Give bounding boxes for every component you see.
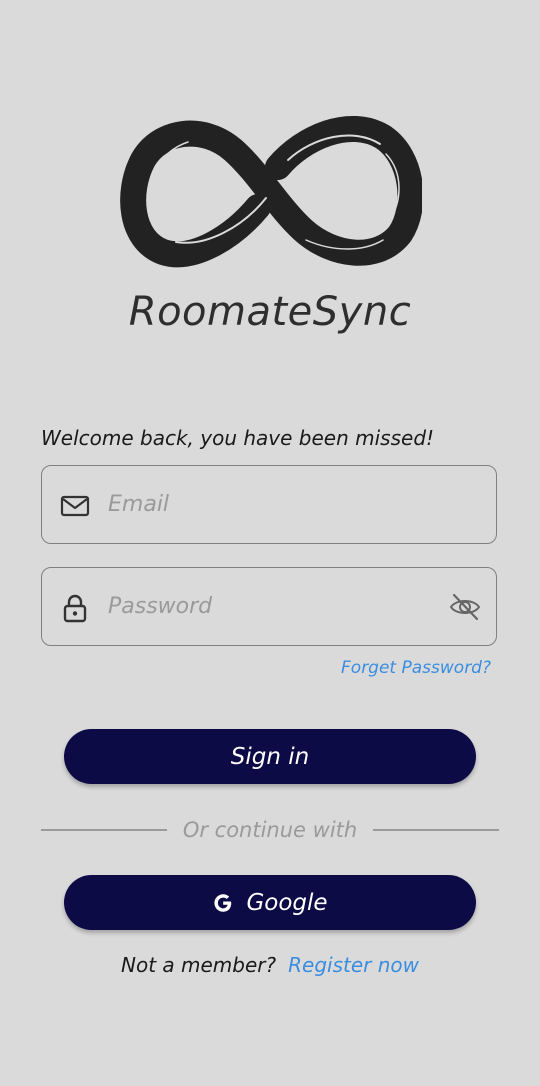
email-input[interactable] — [108, 466, 428, 542]
not-member-text: Not a member? — [121, 953, 277, 977]
sign-in-button[interactable]: Sign in — [64, 729, 476, 784]
welcome-text: Welcome back, you have been missed! — [41, 426, 435, 450]
register-prompt: Not a member? Register now — [0, 951, 540, 979]
or-continue-divider: Or continue with — [41, 816, 500, 844]
google-label: Google — [246, 889, 328, 916]
forget-password-link[interactable]: Forget Password? — [341, 656, 491, 680]
google-signin-button[interactable]: Google — [64, 875, 476, 930]
sign-in-label: Sign in — [230, 743, 310, 770]
infinity-logo — [120, 116, 422, 268]
password-field[interactable] — [41, 567, 497, 646]
eye-off-icon[interactable] — [448, 591, 482, 623]
register-now-link[interactable]: Register now — [288, 953, 419, 977]
divider-line-left — [41, 829, 167, 831]
password-input[interactable] — [108, 568, 428, 644]
envelope-icon — [60, 495, 90, 517]
email-field[interactable] — [41, 465, 497, 544]
app-title: RoomateSync — [128, 289, 412, 335]
google-g-icon — [214, 893, 232, 912]
lock-icon — [63, 594, 87, 623]
divider-text: Or continue with — [182, 818, 358, 842]
divider-line-right — [373, 829, 500, 831]
